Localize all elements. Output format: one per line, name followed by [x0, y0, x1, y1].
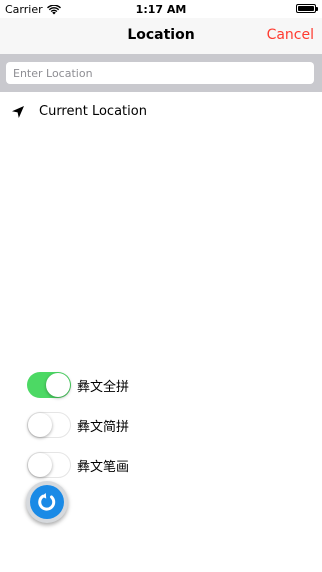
refresh-button-face — [30, 485, 64, 519]
toggle-row-full-pinyin: 彝文全拼 — [27, 371, 177, 399]
current-location-label: Current Location — [39, 104, 147, 119]
toggle-switch-short-pinyin[interactable] — [27, 412, 71, 438]
toggle-switch-full-pinyin[interactable] — [27, 372, 71, 398]
status-time: 1:17 AM — [135, 3, 187, 16]
toggle-switch-stroke[interactable] — [27, 452, 71, 478]
status-bar: Carrier 1:17 AM — [0, 0, 322, 18]
cancel-button[interactable]: Cancel — [267, 27, 314, 43]
nav-bar: Location Cancel — [0, 18, 322, 54]
switch-knob — [46, 373, 70, 397]
battery-icon — [296, 4, 318, 13]
switch-knob — [28, 452, 52, 477]
toggle-label-stroke: 彝文笔画 — [77, 459, 130, 475]
screen: Carrier 1:17 AM Location Cancel Current … — [0, 0, 322, 572]
location-arrow-icon — [12, 106, 24, 118]
battery-fill — [298, 6, 314, 11]
location-search-input[interactable] — [6, 62, 314, 84]
toggle-label-full-pinyin: 彝文全拼 — [77, 379, 130, 395]
switch-knob — [28, 412, 52, 437]
toggle-row-stroke: 彝文笔画 — [27, 451, 177, 479]
current-location-row[interactable]: Current Location — [0, 97, 322, 127]
refresh-button[interactable] — [26, 481, 68, 523]
search-bar — [0, 54, 322, 92]
refresh-icon — [38, 493, 56, 511]
toggle-row-short-pinyin: 彝文简拼 — [27, 411, 177, 439]
toggle-label-short-pinyin: 彝文简拼 — [77, 419, 130, 435]
